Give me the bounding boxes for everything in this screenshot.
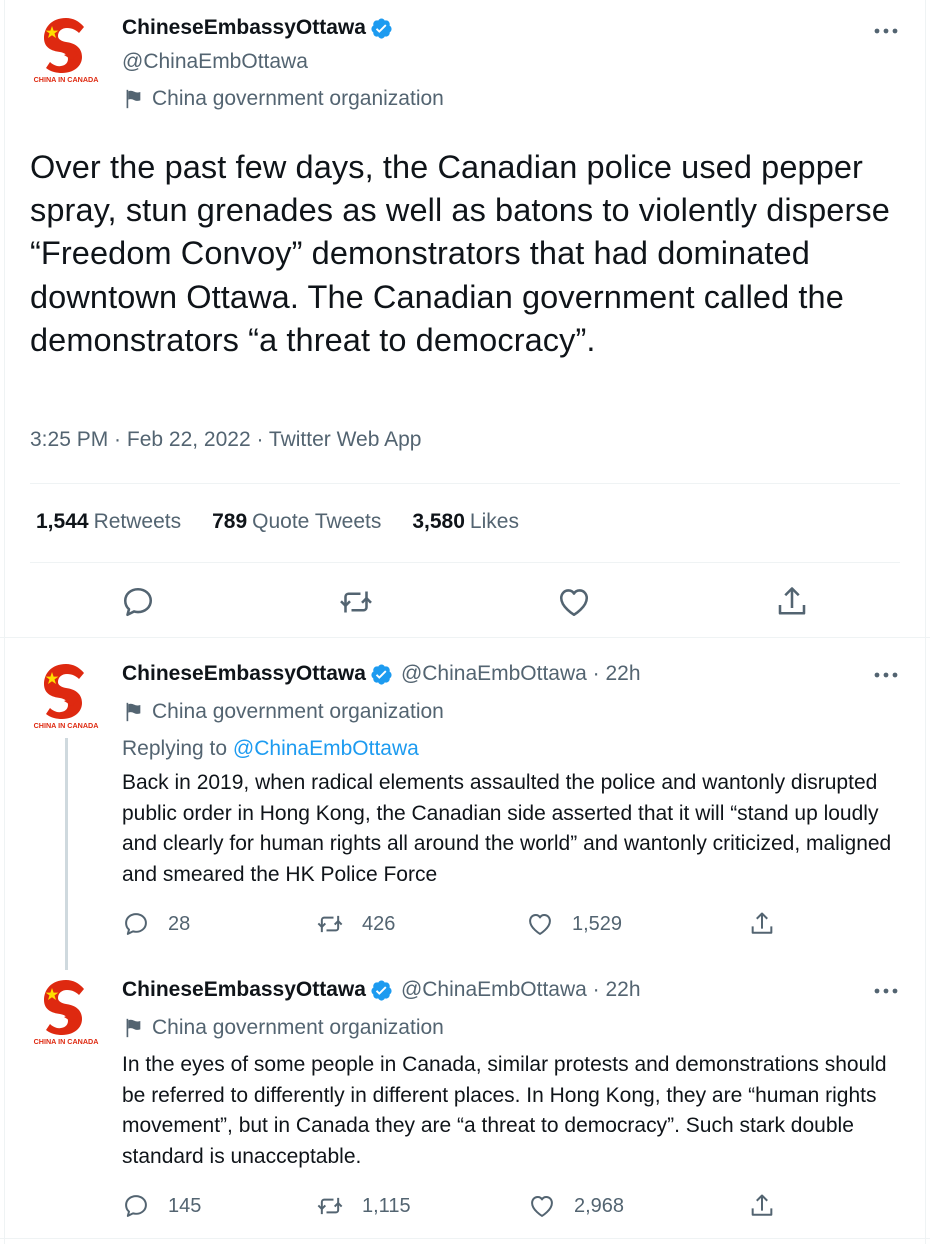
flag-icon [122,88,144,110]
government-label: China government organization [122,700,444,724]
handle-row[interactable]: @ChinaEmbOttawa [122,50,308,74]
engagement-stats: 1,544 Retweets 789 Quote Tweets 3,580 Likes [36,510,550,534]
likes-count: 3,580 [412,510,465,533]
retweet-count: 1,115 [362,1194,411,1217]
government-label-text: China government organization [152,1016,444,1039]
more-options-button[interactable] [866,660,906,690]
reply-icon [122,910,150,938]
display-name[interactable]: ChineseEmbassyOttawa [122,16,366,40]
main-tweet: CHINA IN CANADA ChineseEmbassyOttawa @Ch… [0,0,930,638]
retweet-icon [340,591,372,613]
government-label: China government organization [122,87,444,111]
reply-icon [123,587,153,617]
share-button[interactable] [748,1192,794,1220]
like-count: 1,529 [572,912,623,935]
tweet-text: Back in 2019, when radical elements assa… [122,771,892,886]
author-name-row[interactable]: ChineseEmbassyOttawa @ChinaEmbOttawa · 2… [122,978,641,1002]
china-in-canada-logo-icon: CHINA IN CANADA [34,18,99,84]
heart-icon [526,910,554,938]
more-dots-icon [874,672,898,678]
verified-badge-icon [370,663,393,686]
replying-to: Replying to @ChinaEmbOttawa [122,737,419,761]
share-button[interactable] [748,910,794,938]
reply-icon [122,1192,150,1220]
like-count: 2,968 [574,1194,625,1217]
replying-to-mention-link[interactable]: @ChinaEmbOttawa [233,737,419,760]
heart-icon [528,1192,556,1220]
like-button[interactable]: 2,968 [528,1192,624,1220]
avatar[interactable]: CHINA IN CANADA [30,14,102,86]
display-name[interactable]: ChineseEmbassyOttawa [122,662,366,686]
reply-button[interactable] [120,584,156,620]
flag-icon [122,701,144,723]
verified-badge-icon [370,17,393,40]
like-button[interactable]: 1,529 [526,910,622,938]
reply-count: 145 [168,1194,202,1217]
share-button[interactable] [774,584,810,620]
more-options-button[interactable] [866,16,906,46]
share-icon [748,1192,776,1220]
avatar-caption: CHINA IN CANADA [34,75,99,84]
handle-and-time[interactable]: @ChinaEmbOttawa · 22h [401,662,641,686]
avatar[interactable]: CHINA IN CANADA [30,976,102,1048]
retweets-stat[interactable]: 1,544 Retweets [36,510,181,534]
replying-prefix: Replying to [122,737,233,760]
thread-connector-line [65,738,68,970]
tweet-timestamp[interactable]: 3:25 PM · Feb 22, 2022 · Twitter Web App [30,428,421,452]
handle[interactable]: @ChinaEmbOttawa [122,50,308,74]
government-label-text: China government organization [152,700,444,723]
quotes-count: 789 [212,510,248,533]
likes-label: Likes [469,510,519,533]
quote-tweets-stat[interactable]: 789 Quote Tweets [212,510,381,534]
government-label-text: China government organization [152,87,444,110]
retweet-button[interactable]: 1,115 [316,1192,411,1220]
retweets-count: 1,544 [36,510,89,533]
reply-count: 28 [168,912,191,935]
avatar[interactable]: CHINA IN CANADA [30,660,102,732]
quotes-label: Quote Tweets [252,510,382,533]
retweet-button[interactable] [338,584,374,620]
author-name-row[interactable]: ChineseEmbassyOttawa @ChinaEmbOttawa · 2… [122,662,641,686]
author-name-row[interactable]: ChineseEmbassyOttawa [122,16,393,40]
reply-button[interactable]: 145 [122,1192,201,1220]
share-icon [778,587,806,615]
display-name[interactable]: ChineseEmbassyOttawa [122,978,366,1002]
handle-and-time[interactable]: @ChinaEmbOttawa · 22h [401,978,641,1002]
verified-badge-icon [370,979,393,1002]
reply-button[interactable]: 28 [122,910,190,938]
avatar-caption: CHINA IN CANADA [34,1037,99,1046]
likes-stat[interactable]: 3,580 Likes [412,510,519,534]
flag-icon [122,1017,144,1039]
retweet-count: 426 [362,912,396,935]
retweet-icon [316,910,344,938]
divider [30,483,900,484]
share-icon [748,910,776,938]
china-in-canada-logo-icon: CHINA IN CANADA [34,664,99,730]
heart-icon [559,589,589,617]
divider [0,1238,930,1239]
more-dots-icon [874,988,898,994]
china-in-canada-logo-icon: CHINA IN CANADA [34,980,99,1046]
divider [30,562,900,563]
tweet-text: Over the past few days, the Canadian pol… [30,149,890,358]
retweet-icon [316,1192,344,1220]
government-label: China government organization [122,1016,444,1040]
more-options-button[interactable] [866,976,906,1006]
retweet-button[interactable]: 426 [316,910,395,938]
more-dots-icon [874,28,898,34]
tweet-text: In the eyes of some people in Canada, si… [122,1053,887,1168]
like-button[interactable] [556,584,592,620]
avatar-caption: CHINA IN CANADA [34,721,99,730]
retweets-label: Retweets [93,510,182,533]
